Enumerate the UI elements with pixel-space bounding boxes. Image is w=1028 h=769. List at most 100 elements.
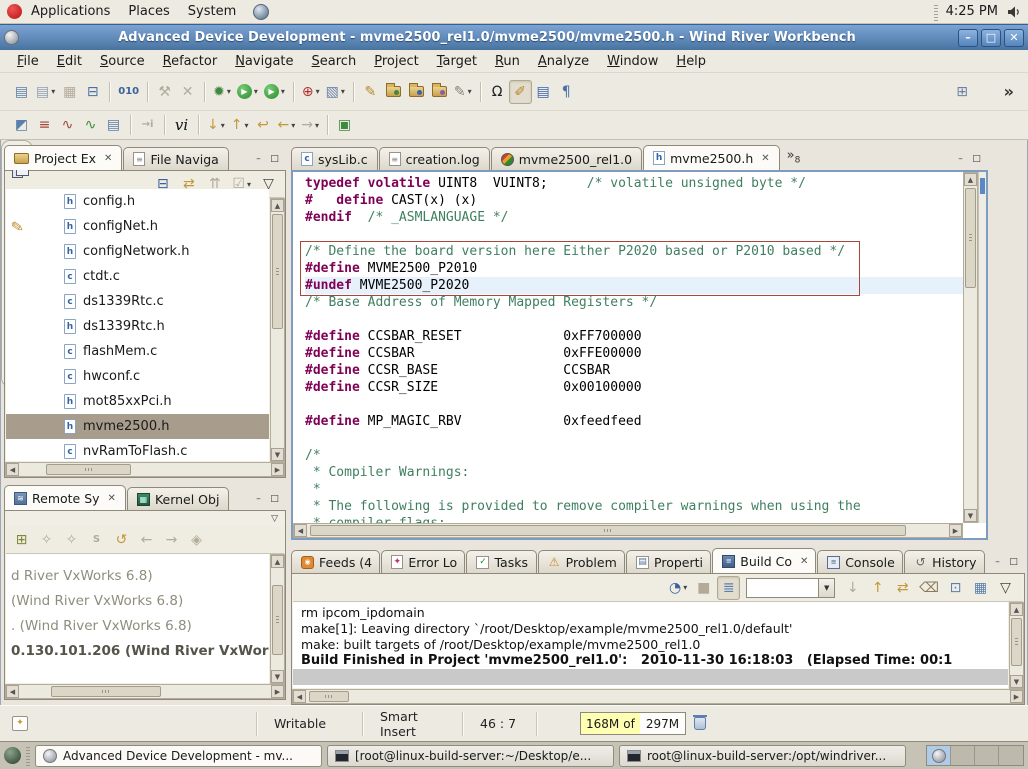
workspace-2[interactable] bbox=[951, 746, 975, 765]
analysis-report-icon[interactable]: ▤ bbox=[102, 113, 125, 137]
remote-list-hscrollbar[interactable]: ◀ ▶ bbox=[5, 684, 285, 699]
bottom-tab-console[interactable]: ≡Console bbox=[817, 550, 903, 573]
close-icon[interactable]: ✕ bbox=[104, 153, 112, 164]
gnu-tools-icon[interactable]: Ω bbox=[486, 80, 509, 104]
scroll-lock-icon[interactable]: ⊡ bbox=[944, 576, 967, 600]
menu-search[interactable]: Search bbox=[303, 52, 366, 71]
remote-target-item[interactable]: d River VxWorks 6.8) bbox=[6, 563, 269, 588]
previous-error-icon[interactable]: ↑ bbox=[866, 576, 889, 600]
console-vscrollbar[interactable]: ▲ ▼ bbox=[1009, 602, 1024, 689]
editor-vscrollbar[interactable]: ▲ ▼ bbox=[963, 172, 978, 523]
back-history-icon[interactable]: ←▾ bbox=[275, 113, 299, 137]
pin-console-icon[interactable]: ≣ bbox=[717, 576, 740, 600]
close-icon[interactable]: ✕ bbox=[800, 556, 808, 567]
maximize-view-icon[interactable]: □ bbox=[1007, 557, 1020, 569]
editor-hscrollbar[interactable]: ◀ ▶ bbox=[293, 523, 963, 538]
close-icon[interactable]: ✕ bbox=[761, 153, 769, 164]
switch-console-icon[interactable]: ⇄ bbox=[891, 576, 914, 600]
memory-chart-icon[interactable]: ∿ bbox=[79, 113, 102, 137]
print-icon[interactable]: ⊟ bbox=[81, 80, 104, 104]
pen-icon[interactable]: ✎ bbox=[9, 217, 25, 237]
editor-tab-syslib-c[interactable]: csysLib.c bbox=[291, 147, 378, 170]
last-edit-location-icon[interactable]: ↩ bbox=[252, 113, 275, 137]
tree-item-flashmem.c[interactable]: cflashMem.c bbox=[6, 339, 269, 364]
tree-item-mot85xxpci.h[interactable]: hmot85xxPci.h bbox=[6, 389, 269, 414]
code-editor[interactable]: typedef volatile UINT8 VUINT8; /* volati… bbox=[293, 172, 963, 523]
bottom-tab-problem[interactable]: ⚠Problem bbox=[538, 550, 625, 573]
volume-icon[interactable] bbox=[1006, 4, 1022, 20]
taskbar-window-button[interactable]: root@linux-build-server:/opt/windriver..… bbox=[619, 745, 906, 767]
console-hscrollbar[interactable]: ◀ ▶ bbox=[292, 689, 1024, 704]
minimize-view-icon[interactable]: – bbox=[252, 494, 265, 506]
maximize-view-icon[interactable]: □ bbox=[268, 154, 281, 166]
search-edit-icon[interactable]: ✎▾ bbox=[451, 80, 475, 104]
remote-list-vscrollbar[interactable]: ▲ ▼ bbox=[270, 554, 285, 684]
menu-target[interactable]: Target bbox=[428, 52, 486, 71]
open-folder-sim-icon[interactable] bbox=[428, 80, 451, 104]
target-manager-icon[interactable]: ▧▾ bbox=[323, 80, 348, 104]
project-tree-vscrollbar[interactable]: ▲ ▼ bbox=[270, 198, 285, 462]
show-whitespace-icon[interactable]: ¶ bbox=[555, 80, 578, 104]
maximize-button[interactable]: □ bbox=[981, 29, 1001, 47]
fast-view-tray-icon[interactable]: ✦ bbox=[12, 716, 28, 731]
new-item-icon[interactable]: ▤▾ bbox=[33, 80, 58, 104]
bottom-tab-tasks[interactable]: ✓Tasks bbox=[466, 550, 536, 573]
binary-download-icon[interactable]: 010 bbox=[115, 80, 142, 104]
bottom-tab-properti[interactable]: ▤Properti bbox=[626, 550, 711, 573]
tree-item-config.h[interactable]: hconfig.h bbox=[6, 189, 269, 214]
new-connection-icon[interactable]: ⊞ bbox=[10, 528, 33, 552]
desktop-menu-applications[interactable]: Applications bbox=[22, 4, 119, 19]
open-folder-target-icon[interactable] bbox=[405, 80, 428, 104]
highlighter-icon[interactable]: ✐ bbox=[509, 80, 532, 104]
explorer-tab-project-ex[interactable]: Project Ex✕ bbox=[4, 145, 122, 170]
debug-icon[interactable]: ✹▾ bbox=[210, 80, 234, 104]
maximize-view-icon[interactable]: □ bbox=[268, 494, 281, 506]
bottom-tab-build-co[interactable]: ≡Build Co✕ bbox=[712, 548, 816, 573]
workbench-launcher-icon[interactable] bbox=[253, 4, 269, 20]
remote-target-item[interactable]: . (Wind River VxWorks 6.8) bbox=[6, 613, 269, 638]
menu-project[interactable]: Project bbox=[365, 52, 428, 71]
window-titlebar[interactable]: Advanced Device Development - mvme2500_r… bbox=[0, 24, 1028, 50]
tree-item-hwconf.c[interactable]: chwconf.c bbox=[6, 364, 269, 389]
more-editors-chevron[interactable]: »8 bbox=[787, 148, 801, 166]
menu-analyze[interactable]: Analyze bbox=[529, 52, 598, 71]
desktop-menu-places[interactable]: Places bbox=[119, 4, 178, 19]
maximize-view-icon[interactable]: □ bbox=[970, 154, 983, 166]
remote-target-item[interactable]: (Wind River VxWorks 6.8) bbox=[6, 588, 269, 613]
tree-item-ds1339rtc.c[interactable]: cds1339Rtc.c bbox=[6, 289, 269, 314]
remote-tab-remote-sy[interactable]: ≋Remote Sy✕ bbox=[4, 485, 126, 510]
menu-file[interactable]: File bbox=[8, 52, 48, 71]
restore-view-icon[interactable] bbox=[12, 169, 23, 178]
menu-source[interactable]: Source bbox=[91, 52, 154, 71]
close-button[interactable]: ✕ bbox=[1004, 29, 1024, 47]
coverage-chart-icon[interactable]: ∿ bbox=[56, 113, 79, 137]
run-attach-icon[interactable]: ▶▾ bbox=[261, 80, 288, 104]
next-annotation-icon[interactable]: ↓▾ bbox=[204, 113, 228, 137]
previous-annotation-icon[interactable]: ↑▾ bbox=[228, 113, 252, 137]
bottom-tab-feeds-4[interactable]: ◉Feeds (4 bbox=[291, 550, 380, 573]
taskbar-window-button[interactable]: Advanced Device Development - mv... bbox=[35, 745, 322, 767]
bottom-tab-error-lo[interactable]: ✦Error Lo bbox=[381, 550, 465, 573]
red-hat-icon[interactable] bbox=[7, 4, 22, 19]
workspace-3[interactable] bbox=[975, 746, 999, 765]
profiler-icon[interactable]: ◩ bbox=[10, 113, 33, 137]
minimize-view-icon[interactable]: – bbox=[991, 557, 1004, 569]
minimize-view-icon[interactable]: – bbox=[954, 154, 967, 166]
run-icon[interactable]: ▶▾ bbox=[234, 80, 261, 104]
console-display-icon[interactable]: ◔▾ bbox=[666, 576, 690, 600]
save-console-icon[interactable]: ▦ bbox=[969, 576, 992, 600]
workspace-4[interactable] bbox=[999, 746, 1023, 765]
tree-item-nvramtoflash.c[interactable]: cnvRamToFlash.c bbox=[6, 439, 269, 461]
key-edit-icon[interactable]: ✎ bbox=[359, 80, 382, 104]
minimize-button[interactable]: – bbox=[958, 29, 978, 47]
taskbar-window-button[interactable]: [root@linux-build-server:~/Desktop/e... bbox=[327, 745, 614, 767]
menu-window[interactable]: Window bbox=[598, 52, 667, 71]
minimize-view-icon[interactable]: – bbox=[252, 154, 265, 166]
tree-item-confignet.h[interactable]: hconfigNet.h bbox=[6, 214, 269, 239]
refresh-icon[interactable]: ↺ bbox=[110, 528, 133, 552]
pin-editor-icon[interactable]: ▣ bbox=[333, 113, 356, 137]
overview-ruler[interactable] bbox=[978, 172, 986, 523]
tree-item-mvme2500.h[interactable]: hmvme2500.h bbox=[6, 414, 269, 439]
tree-item-confignetwork.h[interactable]: hconfigNetwork.h bbox=[6, 239, 269, 264]
performance-bars-icon[interactable]: ≡ bbox=[33, 113, 56, 137]
